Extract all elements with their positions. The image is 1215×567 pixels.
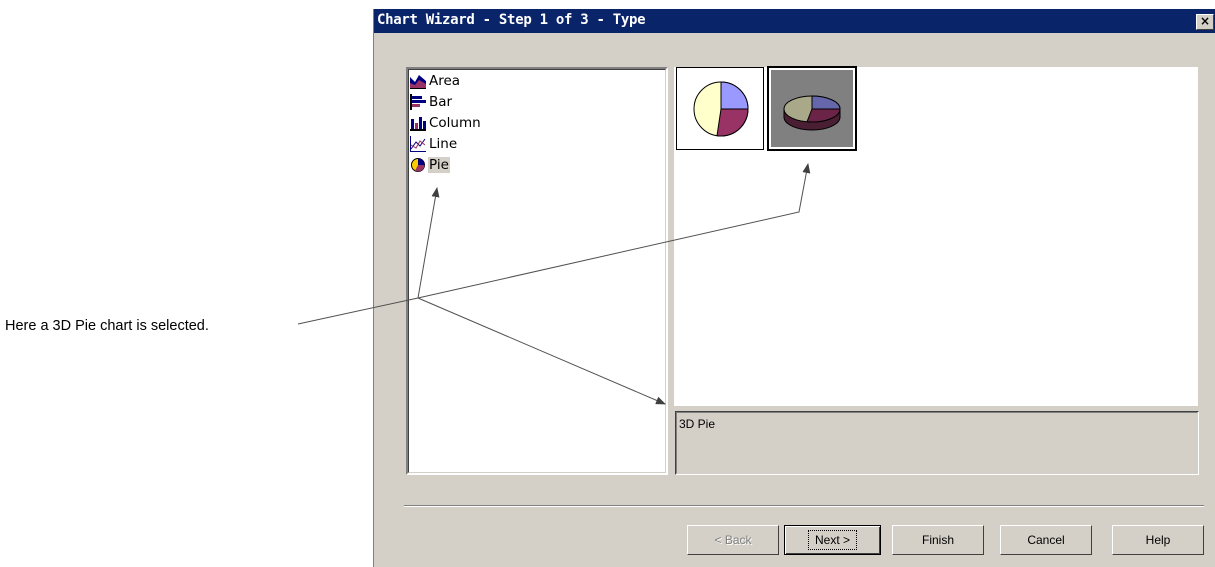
arrow-to-pie-type xyxy=(417,187,440,299)
annotation-arrows xyxy=(297,163,811,405)
arrow-to-3d-pie-thumb xyxy=(417,163,811,299)
callout-leader-line xyxy=(297,297,419,325)
arrow-to-description xyxy=(417,297,666,405)
